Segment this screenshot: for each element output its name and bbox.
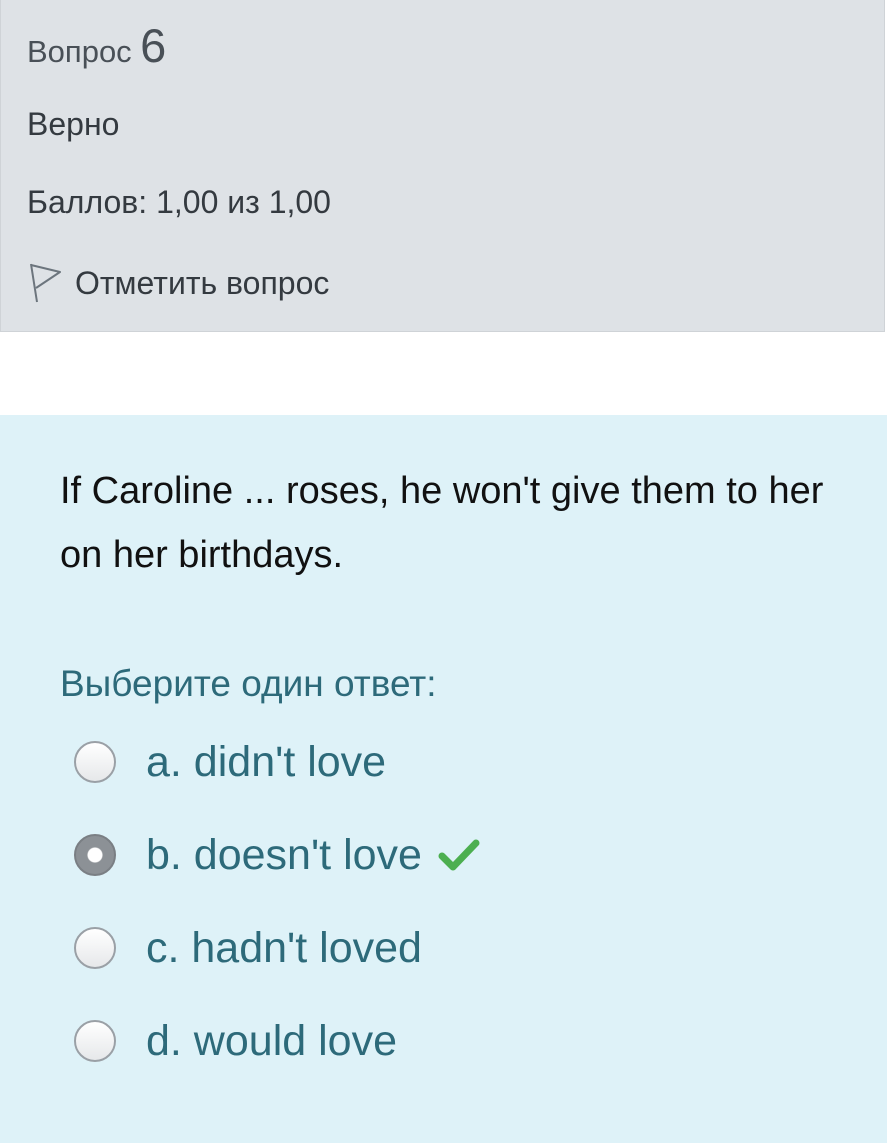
flag-question-link[interactable]: Отметить вопрос bbox=[27, 262, 329, 304]
flag-icon bbox=[30, 263, 61, 303]
answer-option-a[interactable]: a. didn't love bbox=[74, 732, 834, 792]
answer-option-d[interactable]: d. would love bbox=[74, 1011, 834, 1071]
question-label: Вопрос bbox=[27, 34, 132, 69]
flag-question-label: Отметить вопрос bbox=[75, 264, 330, 301]
answer-option-c[interactable]: c. hadn't loved bbox=[74, 918, 834, 978]
question-text: If Caroline ... roses, he won't give the… bbox=[60, 470, 824, 576]
radio-button[interactable] bbox=[74, 741, 116, 783]
radio-button-selected[interactable] bbox=[74, 834, 116, 876]
radio-button[interactable] bbox=[74, 1020, 116, 1062]
answer-label: b. doesn't love bbox=[146, 830, 422, 879]
answer-label: d. would love bbox=[146, 1016, 397, 1065]
question-heading: Вопрос 6 bbox=[27, 18, 166, 73]
check-icon bbox=[438, 839, 480, 871]
answer-label: c. hadn't loved bbox=[146, 923, 422, 972]
question-grade: Баллов: 1,00 из 1,00 bbox=[27, 184, 331, 220]
answer-label: a. didn't love bbox=[146, 737, 387, 786]
question-info-panel: Вопрос 6 Верно Баллов: 1,00 из 1,00 Отме… bbox=[0, 0, 885, 332]
answer-option-b[interactable]: b. doesn't love bbox=[74, 825, 834, 885]
answer-prompt: Выберите один ответ: bbox=[60, 663, 437, 704]
radio-button[interactable] bbox=[74, 927, 116, 969]
question-content: If Caroline ... roses, he won't give the… bbox=[0, 415, 887, 1143]
question-state: Верно bbox=[27, 106, 120, 142]
question-number: 6 bbox=[140, 19, 167, 72]
